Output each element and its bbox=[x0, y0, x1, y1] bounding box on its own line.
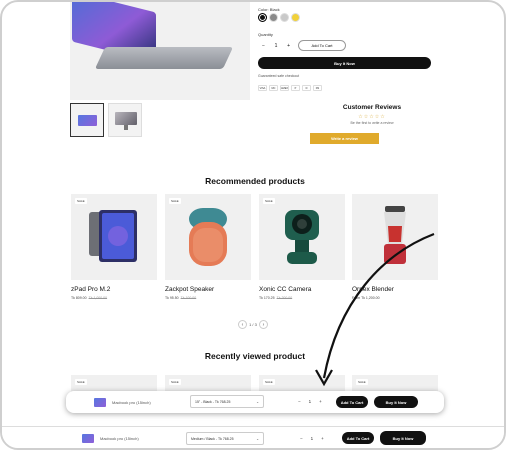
color-label: Color: Black bbox=[258, 7, 280, 12]
bottom-add-to-cart-button[interactable]: Add To Cart bbox=[342, 432, 374, 444]
variant-value: Medium / Black - Tk 768.25 bbox=[191, 436, 234, 441]
sticky-qty-stepper: − 1 + bbox=[298, 399, 322, 404]
product-image[interactable]: SALE bbox=[165, 194, 251, 280]
swatch-gray[interactable] bbox=[269, 13, 278, 22]
product-price: Tk 95.50 Tk 100.00 bbox=[165, 296, 197, 300]
color-swatches bbox=[258, 13, 300, 22]
qty-minus-button[interactable]: − bbox=[262, 43, 265, 49]
sticky-add-to-cart-bar: Macbook pro (15inch) 15" - Black - Tk 76… bbox=[66, 391, 444, 413]
thumbnail-laptop[interactable] bbox=[70, 103, 104, 137]
prev-arrow-icon[interactable]: ‹ bbox=[238, 320, 247, 329]
product-card[interactable]: SALE Xonic CC Camera Tk 170.25 Tk 200.00 bbox=[259, 194, 345, 300]
sale-badge: SALE bbox=[263, 379, 275, 385]
chevron-down-icon: ⌄ bbox=[256, 399, 259, 404]
paypal-icon: P bbox=[291, 85, 300, 91]
reviews-title: Customer Reviews bbox=[342, 104, 402, 111]
qty-value[interactable]: 1 bbox=[311, 436, 314, 441]
product-name[interactable]: Ornex Blender bbox=[352, 286, 438, 293]
camera-image bbox=[285, 210, 319, 264]
blender-image bbox=[384, 206, 406, 264]
old-price: Tk 200.00 bbox=[276, 296, 293, 300]
monitor-thumb-image bbox=[115, 112, 137, 125]
qty-plus-button[interactable]: + bbox=[319, 399, 322, 404]
guarantee-text: Guaranteed safe checkout bbox=[258, 74, 300, 78]
amex-icon: AMEX bbox=[280, 85, 289, 91]
variant-select[interactable]: Medium / Black - Tk 768.25 ⌄ bbox=[186, 432, 264, 445]
diners-icon: D bbox=[302, 85, 311, 91]
product-price: From Tk 1,200.00 bbox=[352, 296, 380, 300]
swatch-yellow[interactable] bbox=[291, 13, 300, 22]
old-price: Tk 100.00 bbox=[180, 296, 197, 300]
product-image[interactable]: SALE bbox=[259, 194, 345, 280]
bottom-qty-stepper: − 1 + bbox=[300, 436, 324, 441]
product-name[interactable]: Zackpot Speaker bbox=[165, 286, 251, 293]
product-price: Tk 170.25 Tk 200.00 bbox=[259, 296, 293, 300]
carousel-pager: ‹ 1 / 3 › bbox=[238, 320, 268, 329]
sale-badge: SALE bbox=[169, 379, 181, 385]
sale-badge: SALE bbox=[356, 379, 368, 385]
laptop-base-image bbox=[94, 47, 234, 69]
visa-icon: VISA bbox=[258, 85, 267, 91]
discover-icon: DS bbox=[313, 85, 322, 91]
sale-badge: SALE bbox=[75, 198, 87, 204]
speaker-image bbox=[189, 208, 227, 266]
bottom-buy-now-button[interactable]: Buy It Now bbox=[380, 431, 426, 445]
sale-badge: SALE bbox=[169, 198, 181, 204]
bottom-product-name: Macbook pro (15inch) bbox=[100, 436, 139, 441]
reviews-subtitle: Be the first to write a review bbox=[350, 121, 394, 125]
qty-minus-button[interactable]: − bbox=[300, 436, 303, 441]
product-image[interactable]: SALE bbox=[71, 194, 157, 280]
product-name[interactable]: zPad Pro M.2 bbox=[71, 286, 157, 293]
sticky-product-thumb bbox=[94, 397, 106, 407]
sale-badge: SALE bbox=[263, 198, 275, 204]
thumbnail-monitor[interactable] bbox=[108, 103, 142, 137]
recommended-title: Recommended products bbox=[205, 176, 305, 186]
recently-viewed-title: Recently viewed product bbox=[204, 351, 306, 361]
tablet-image bbox=[89, 210, 137, 262]
sticky-buy-now-button[interactable]: Buy It Now bbox=[374, 396, 418, 408]
qty-minus-button[interactable]: − bbox=[298, 399, 301, 404]
payment-icons: VISA MC AMEX P D DS bbox=[258, 85, 322, 91]
quantity-stepper: − 1 + bbox=[258, 40, 294, 51]
bottom-product-thumb bbox=[82, 434, 94, 443]
mastercard-icon: MC bbox=[269, 85, 278, 91]
variant-value: 15" - Black - Tk 768.25 bbox=[195, 399, 231, 404]
bottom-add-to-cart-bar: Macbook pro (15inch) Medium / Black - Tk… bbox=[2, 426, 504, 448]
next-arrow-icon[interactable]: › bbox=[258, 320, 268, 329]
product-card[interactable]: Ornex Blender From Tk 1,200.00 bbox=[352, 194, 438, 300]
star-rating-icon: ☆☆☆☆☆ bbox=[358, 114, 386, 120]
product-name[interactable]: Xonic CC Camera bbox=[259, 286, 345, 293]
sticky-product-name: Macbook pro (15inch) bbox=[112, 399, 151, 405]
laptop-thumb-image bbox=[78, 115, 97, 126]
product-image[interactable] bbox=[352, 194, 438, 280]
chevron-down-icon: ⌄ bbox=[256, 436, 259, 441]
page-frame: Color: Black Quantity − 1 + Add To Cart … bbox=[0, 0, 506, 450]
sale-badge: SALE bbox=[75, 379, 87, 385]
add-to-cart-button[interactable]: Add To Cart bbox=[298, 40, 346, 51]
monitor-stand bbox=[124, 125, 128, 130]
swatch-silver[interactable] bbox=[280, 13, 289, 22]
customer-reviews: Customer Reviews ☆☆☆☆☆ Be the first to w… bbox=[308, 104, 436, 125]
buy-now-button[interactable]: Buy It Now bbox=[258, 57, 431, 69]
old-price: Tk 1,000.00 bbox=[88, 296, 108, 300]
qty-value[interactable]: 1 bbox=[275, 43, 278, 49]
pager-text: 1 / 3 bbox=[249, 322, 257, 327]
product-card[interactable]: SALE zPad Pro M.2 Tk 809.00 Tk 1,000.00 bbox=[71, 194, 157, 300]
qty-plus-button[interactable]: + bbox=[321, 436, 324, 441]
swatch-black[interactable] bbox=[258, 13, 267, 22]
product-main-image[interactable] bbox=[70, 2, 250, 100]
sticky-add-to-cart-button[interactable]: Add To Cart bbox=[336, 396, 368, 408]
quantity-label: Quantity bbox=[258, 32, 273, 37]
product-card[interactable]: SALE Zackpot Speaker Tk 95.50 Tk 100.00 bbox=[165, 194, 251, 300]
product-price: Tk 809.00 Tk 1,000.00 bbox=[71, 296, 108, 300]
qty-plus-button[interactable]: + bbox=[287, 43, 290, 49]
variant-select[interactable]: 15" - Black - Tk 768.25 ⌄ bbox=[190, 395, 264, 408]
write-review-button[interactable]: Write a review bbox=[310, 133, 379, 144]
qty-value[interactable]: 1 bbox=[309, 399, 312, 404]
